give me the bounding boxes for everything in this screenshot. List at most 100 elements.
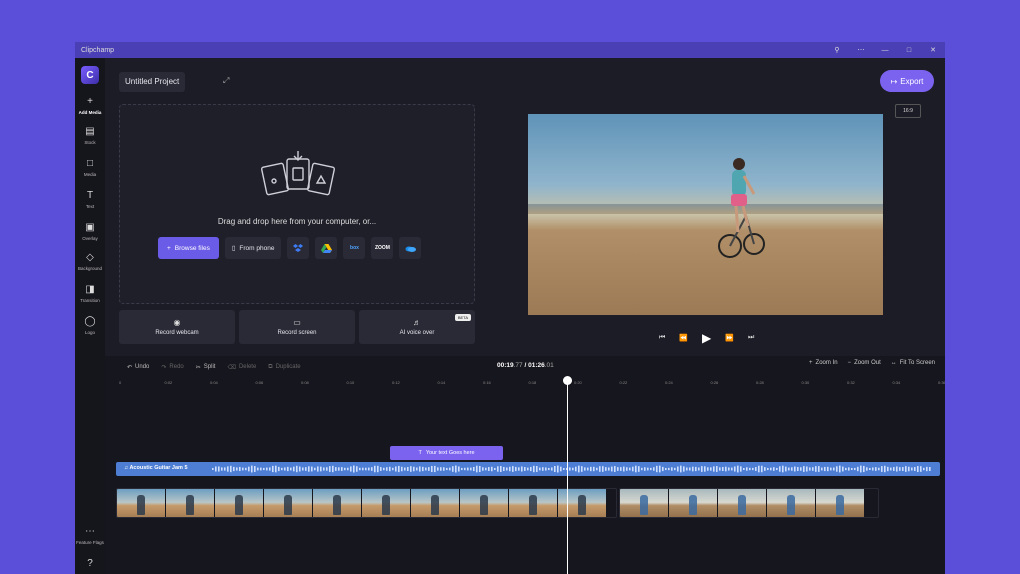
search-icon[interactable]: ⚲ [825,42,849,58]
video-thumbnail [411,489,459,517]
app-title: Clipchamp [81,46,115,54]
export-icon: ↦ [890,76,898,86]
text-icon: T [86,190,94,201]
split-button[interactable]: ✂ Split [196,364,216,371]
scissors-icon: ✂ [195,364,201,371]
video-thumbnail [767,489,815,517]
layers-icon: ◇ [86,252,94,263]
redo-icon: ↷ [161,364,167,371]
overlay-icon: ▣ [85,222,95,233]
zoom-icon[interactable]: ZOOM [371,237,394,259]
ruler-tick: 0:14 [437,380,446,385]
ruler-tick: 0:22 [619,380,628,385]
from-phone-button[interactable]: ▯ From phone [224,237,282,259]
help-icon: ? [87,558,93,569]
sidebar-item-feature-flags[interactable]: ⋯ Feature Flags [75,526,105,545]
duplicate-button[interactable]: ⧉ Duplicate [268,364,300,371]
browse-files-button[interactable]: + Browse files [158,237,219,259]
sidebar-item-overlay[interactable]: ▣ Overlay [75,222,105,241]
ruler-tick: 0:12 [392,380,400,385]
timeline-ruler[interactable]: 0 0:02 0:04 0:06 0:08 0:10 0:12 0:14 0:16 0:18 0:2… [119,380,945,390]
video-preview[interactable] [528,114,883,315]
sidebar-item-background[interactable]: ◇ Background [75,252,105,271]
audio-waveform [212,465,931,473]
ruler-tick: 0:36 [938,380,945,385]
files-illustration-icon [261,151,335,196]
sidebar-item-help[interactable]: ? [75,558,105,570]
shield-icon: ◯ [84,316,96,327]
ruler-tick: 0:20 [574,380,582,385]
cyclist-image [718,158,765,258]
project-name[interactable]: Untitled Project [119,72,186,92]
stock-icon: ▤ [85,126,95,137]
aspect-ratio-button[interactable]: 16:9 [895,104,921,118]
ruler-tick: 0:02 [164,380,173,385]
ruler-tick: 0:30 [801,380,810,385]
clipchamp-logo: C [81,66,99,84]
google-drive-icon[interactable] [315,237,338,259]
video-clip-2[interactable] [619,488,879,518]
skip-back-icon[interactable]: ⏮ [659,334,665,342]
video-thumbnail [718,489,766,517]
onedrive-icon[interactable] [399,237,422,259]
app-window: Clipchamp ⚲ ⋯ — □ ✕ C + Add Media ▤ Stoc… [75,42,945,574]
ai-voice-over-button[interactable]: BETA ♬ AI voice over [359,310,475,344]
video-thumbnail [264,489,312,517]
ruler-tick: 0:26 [710,380,719,385]
record-screen-button[interactable]: ▭ Record screen [239,310,355,344]
ruler-tick: 0:18 [528,380,537,385]
plus-icon: + [809,360,813,366]
video-thumbnail [558,489,606,517]
maximize-icon[interactable]: □ [897,42,921,58]
more-icon[interactable]: ⋯ [849,42,873,58]
playback-controls: ⏮ ⏪ ▶ ⏩ ⏭ [659,331,754,345]
plus-icon: + [167,244,171,252]
audio-clip[interactable]: ♫ Acoustic Guitar Jam 5 [116,462,940,476]
close-icon[interactable]: ✕ [921,42,945,58]
video-thumbnail [313,489,361,517]
phone-icon: ▯ [231,245,236,252]
minimize-icon[interactable]: — [873,42,897,58]
sidebar: C + Add Media ▤ Stock □ Media T Text ▣ O… [75,58,105,574]
sidebar-item-logo[interactable]: ◯ Logo [75,316,105,335]
timecode: 00:19.77 / 01:26.01 [497,362,554,369]
zoom-controls: + Zoom In − Zoom Out ↔ Fit To Screen [809,360,935,366]
sidebar-item-stock[interactable]: ▤ Stock [75,126,105,145]
ruler-tick: 0:10 [346,380,355,385]
video-thumbnail [215,489,263,517]
zoom-out-button[interactable]: − Zoom Out [848,360,881,366]
sidebar-item-transition[interactable]: ◨ Transition [75,284,105,303]
fit-icon: ↔ [890,360,897,366]
undo-button[interactable]: ↶ Undo [127,364,149,371]
skip-forward-icon[interactable]: ⏭ [748,334,754,342]
fit-to-screen-button[interactable]: ↔ Fit To Screen [891,360,935,366]
rewind-icon[interactable]: ⏪ [679,334,688,342]
voice-icon: ♬ [413,318,421,327]
ruler-tick: 0:24 [665,380,673,385]
dropbox-icon[interactable] [287,237,310,259]
redo-button[interactable]: ↷ Redo [161,364,183,371]
text-icon: T [418,450,422,456]
ruler-tick: 0:04 [210,380,218,385]
plus-icon: + [87,96,93,107]
sidebar-item-media[interactable]: □ Media [75,158,105,177]
sidebar-item-add-media[interactable]: + Add Media [75,96,105,115]
duplicate-icon: ⧉ [268,363,273,370]
video-clip-1[interactable] [116,488,617,518]
play-icon[interactable]: ▶ [702,331,711,345]
text-clip[interactable]: T Your text Goes here [390,446,503,460]
ruler-tick: 0:08 [301,380,309,385]
zoom-in-button[interactable]: + Zoom In [809,360,838,366]
box-icon[interactable]: box [343,237,366,259]
export-button[interactable]: ↦ Export [880,70,934,92]
expand-icon[interactable]: ⤢ [223,76,229,86]
delete-button[interactable]: ⌫ Delete [227,364,256,371]
fast-forward-icon[interactable]: ⏩ [725,334,734,342]
video-thumbnail [620,489,668,517]
playhead[interactable] [567,380,568,574]
video-thumbnail [460,489,508,517]
record-webcam-button[interactable]: ◉ Record webcam [119,310,235,344]
media-dropzone[interactable]: Drag and drop here from your computer, o… [119,104,475,304]
video-thumbnail [166,489,214,517]
sidebar-item-text[interactable]: T Text [75,190,105,209]
